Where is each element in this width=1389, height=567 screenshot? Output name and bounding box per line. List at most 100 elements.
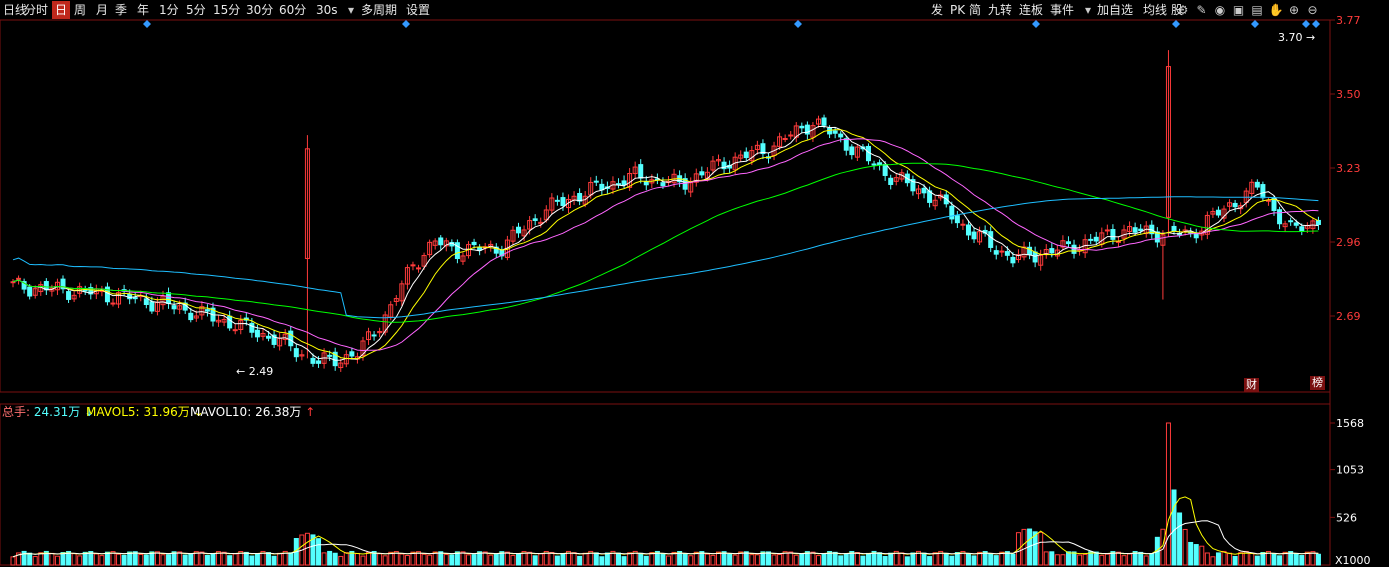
volume-bar: [449, 554, 455, 566]
volume-bar: [332, 552, 338, 566]
candle-body: [166, 292, 172, 304]
volume-bar: [771, 554, 777, 566]
volume-bar: [143, 554, 149, 566]
candle-body: [66, 291, 72, 300]
volume-bar: [882, 556, 888, 566]
volume-bar: [571, 552, 577, 566]
volume-bar: [338, 555, 344, 566]
candle-body: [1049, 248, 1055, 254]
volume-bar: [554, 555, 560, 566]
volume-bar: [1099, 554, 1105, 566]
volume-bar: [182, 554, 188, 566]
volume-bar: [616, 552, 622, 566]
volume-bar: [1177, 512, 1183, 566]
candle-body: [782, 138, 788, 141]
badge-finance[interactable]: 财: [1244, 378, 1259, 392]
candle-body: [1254, 181, 1260, 188]
event-marker-icon: [1302, 20, 1310, 28]
volume-bar: [865, 552, 871, 566]
volume-bar: [510, 554, 516, 566]
candle-body: [821, 117, 827, 126]
volume-bar: [10, 556, 16, 566]
badge-rank[interactable]: 榜: [1310, 376, 1325, 390]
candle-body: [888, 177, 894, 185]
price-tick-label: 2.69: [1336, 310, 1361, 323]
volume-bar: [388, 551, 394, 566]
price-pane-frame: [0, 19, 1331, 393]
volume-bar: [1021, 528, 1027, 566]
volume-bar: [932, 552, 938, 566]
volume-bar: [38, 552, 44, 566]
volume-bar: [1282, 551, 1288, 566]
candle-body: [965, 224, 971, 236]
candle-body: [1138, 228, 1144, 232]
candle-body: [1065, 241, 1071, 245]
volume-bar: [965, 553, 971, 566]
volume-bar: [1188, 541, 1194, 566]
volume-bar: [549, 551, 555, 566]
volume-bar: [627, 552, 633, 566]
volume-bar: [643, 555, 649, 566]
volume-bar: [471, 554, 477, 566]
candle-body: [1088, 238, 1094, 241]
candle-body: [1171, 225, 1177, 232]
candle-body: [254, 329, 260, 338]
volume-bar: [1210, 556, 1216, 566]
volume-bar: [516, 553, 522, 566]
candle-body: [16, 277, 22, 280]
event-marker-icon: [1032, 20, 1040, 28]
volume-bar: [1038, 531, 1044, 566]
ma60-line: [12, 162, 1319, 323]
candle-body: [410, 264, 416, 267]
candle-body: [516, 226, 522, 234]
candle-body: [554, 199, 560, 202]
candle-body: [471, 241, 477, 246]
volume-bar: [1299, 555, 1305, 566]
volume-bar: [1138, 551, 1144, 566]
volume-bar: [593, 552, 599, 566]
volume-bar: [249, 555, 255, 566]
candle-body: [532, 218, 538, 221]
volume-bar: [277, 552, 283, 566]
candle-body: [971, 231, 977, 240]
candle-body: [10, 281, 16, 284]
volume-bar: [815, 555, 821, 566]
candle-body: [316, 360, 322, 364]
candle-body: [227, 315, 233, 329]
volume-bar: [810, 551, 816, 566]
volume-bar: [1182, 528, 1188, 566]
candle-body: [171, 305, 177, 310]
candle-body: [871, 163, 877, 166]
candle-body: [832, 130, 838, 134]
candle-body: [110, 302, 116, 305]
volume-bar: [1082, 553, 1088, 566]
volume-bar: [60, 552, 66, 566]
volume-bar: [316, 538, 322, 566]
volume-bar: [1199, 545, 1205, 566]
candle-body: [799, 125, 805, 129]
volume-bar: [910, 552, 916, 566]
candle-body: [1293, 222, 1299, 226]
candle-body: [1271, 197, 1277, 211]
candle-body: [1104, 229, 1110, 232]
volume-bar: [788, 551, 794, 566]
volume-bar: [977, 551, 983, 566]
event-marker-icon: [1172, 20, 1180, 28]
volume-bar: [382, 555, 388, 566]
volume-bar: [138, 553, 144, 566]
candle-body: [288, 330, 294, 347]
volume-bar: [1227, 552, 1233, 566]
volume-bar: [377, 553, 383, 566]
volume-bar: [210, 553, 216, 566]
volume-bar: [271, 555, 277, 566]
volume-bar: [410, 551, 416, 566]
volume-bar: [399, 553, 405, 566]
candle-body: [349, 351, 355, 357]
volume-bar: [1115, 551, 1121, 566]
candle-body: [949, 205, 955, 220]
volume-bar: [927, 556, 933, 566]
volume-bar: [921, 552, 927, 566]
volume-bar: [482, 551, 488, 566]
volume-bar: [649, 552, 655, 566]
volume-bar: [232, 553, 238, 566]
